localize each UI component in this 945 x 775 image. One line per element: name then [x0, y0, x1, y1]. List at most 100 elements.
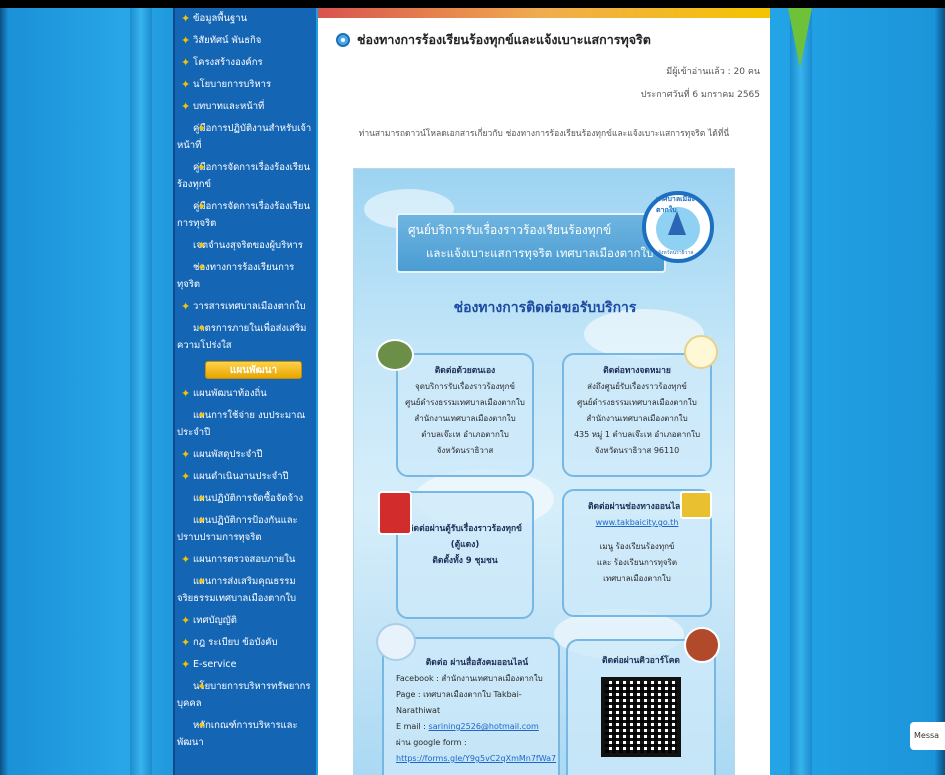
sidebar-item[interactable]: ✦ กฎ ระเบียบ ข้อบังคับ: [175, 632, 316, 654]
top-black-bar: [0, 0, 945, 8]
sidebar-item[interactable]: ✦ E-service: [175, 654, 316, 676]
sidebar-item[interactable]: ✦ วารสารเทศบาลเมืองตากใบ: [175, 296, 316, 318]
box-online-line: และ ร้องเรียนการทุจริต: [596, 558, 678, 567]
poster-banner: ศูนย์บริการรับเรื่องราวร้องเรียนร้องทุกข…: [396, 213, 666, 273]
sidebar-item[interactable]: ✦ วิสัยทัศน์ พันธกิจ: [175, 30, 316, 52]
sidebar-item[interactable]: ✦ ข้อมูลพื้นฐาน: [175, 8, 316, 30]
bullet-icon: ✦: [197, 200, 207, 213]
download-description[interactable]: ท่านสามารถดาวน์โหลดเอกสารเกี่ยวกับ ช่องท…: [318, 126, 770, 140]
sidebar-item-label: แผนพัฒนาท้องถิ่น: [193, 388, 267, 399]
bullet-icon: ✦: [181, 614, 191, 627]
sidebar-item[interactable]: ✦ คู่มือการจัดการเรื่องร้องเรียนร้องทุกข์: [175, 157, 316, 196]
box-self-heading: ติดต่อด้วยตนเอง: [434, 366, 496, 376]
bullet-icon: ✦: [197, 239, 207, 252]
sidebar-item[interactable]: ✦ มาตรการภายในเพื่อส่งเสริมความโปร่งใส: [175, 318, 316, 357]
bullet-icon: ✦: [181, 300, 191, 313]
sidebar-item-label: ข้อมูลพื้นฐาน: [193, 13, 248, 24]
sidebar-item-label: แผนพัสดุประจำปี: [193, 449, 263, 460]
tools-icon: [684, 627, 720, 663]
box-online-line: เมนู ร้องเรียนร้องทุกข์: [599, 542, 675, 551]
main-content: ช่องทางการร้องเรียนร้องทุกข์และแจ้งเบาะแ…: [318, 8, 770, 775]
sidebar-item[interactable]: ✦ นโยบายการบริหาร: [175, 74, 316, 96]
sidebar-item-label: โครงสร้างองค์กร: [193, 57, 263, 68]
box-complaint-heading: ติดต่อผ่านตู้รับเรื่องราวร้องทุกข์: [408, 524, 522, 534]
bullet-icon: ✦: [181, 56, 191, 69]
section-header-plan: แผนพัฒนา: [205, 361, 302, 379]
sidebar-item[interactable]: ✦ แผนพัฒนาท้องถิ่น: [175, 383, 316, 405]
banner-line-1: ศูนย์บริการรับเรื่องราวร้องเรียนร้องทุกข…: [408, 223, 612, 237]
bullet-icon: ✦: [181, 636, 191, 649]
sidebar-item[interactable]: ✦ แผนปฏิบัติการป้องกันและปราบปรามการทุจริ…: [175, 510, 316, 549]
top-accent-bar: [318, 8, 770, 18]
right-edge: [935, 8, 945, 775]
box-mail-line: สำนักงานเทศบาลเมืองตากใบ: [586, 414, 688, 423]
bullet-icon: ✦: [197, 514, 207, 527]
box-mail-line: ส่งถึงศูนย์รับเรื่องราวร้องทุกข์: [587, 382, 687, 391]
leaf-decoration: [788, 8, 812, 68]
box-self-line: จุดบริการรับเรื่องราวร้องทุกข์: [415, 382, 515, 391]
sidebar-item-label: กฎ ระเบียบ ข้อบังคับ: [193, 637, 278, 648]
title-icon: [336, 33, 350, 47]
bullet-icon: ✦: [197, 161, 207, 174]
background-column-left: [130, 8, 152, 775]
sidebar-item-label: เจตจำนงสุจริตของผู้บริหาร: [193, 240, 303, 251]
bullet-icon: ✦: [197, 575, 207, 588]
sidebar-item[interactable]: ✦ แผนปฏิบัติการจัดซื้อจัดจ้าง: [175, 488, 316, 510]
sidebar-item[interactable]: ✦ แผนการใช้จ่าย งบประมาณประจำปี: [175, 405, 316, 444]
bullet-icon: ✦: [181, 448, 191, 461]
box-self-line: สำนักงานเทศบาลเมืองตากใบ: [414, 414, 516, 423]
email-link[interactable]: sarining2526@hotmail.com: [429, 722, 539, 731]
sidebar-item[interactable]: ✦ นโยบายการบริหารทรัพยากรบุคคล: [175, 676, 316, 715]
box-complaint-sub: (ตู้แดง): [450, 540, 480, 550]
sidebar-item[interactable]: ✦ คู่มือการจัดการเรื่องร้องเรียนการทุจริต: [175, 196, 316, 235]
sidebar-item[interactable]: ✦ คู่มือการปฏิบัติงานสำหรับเจ้าหน้าที่: [175, 118, 316, 157]
bullet-icon: ✦: [197, 322, 207, 335]
box-mail-line: ศูนย์ดำรงธรรมเทศบาลเมืองตากใบ: [577, 398, 697, 407]
facebook-text: Facebook : สำนักงานเทศบาลเมืองตากใบ: [396, 674, 543, 683]
house-icon: [376, 339, 414, 371]
box-social-heading: ติดต่อ ผ่านสื่อสังคมออนไลน์: [425, 658, 529, 668]
bullet-icon: ✦: [197, 261, 207, 274]
publish-date: ประกาศวันที่ 6 มกราคม 2565: [640, 90, 760, 100]
sidebar-item-label: แผนการตรวจสอบภายใน: [193, 554, 296, 565]
box-mail: ติดต่อทางจดหมาย ส่งถึงศูนย์รับเรื่องราวร…: [562, 353, 712, 477]
page-title: ช่องทางการร้องเรียนร้องทุกข์และแจ้งเบาะแ…: [357, 32, 651, 47]
sidebar-item-label: แผนปฏิบัติการจัดซื้อจัดจ้าง: [193, 493, 304, 504]
readers-count: มีผู้เข้าอ่านแล้ว : 20 คน: [666, 67, 760, 77]
sidebar-item[interactable]: ✦ เจตจำนงสุจริตของผู้บริหาร: [175, 235, 316, 257]
bullet-icon: ✦: [181, 12, 191, 25]
sidebar-item[interactable]: ✦ ช่องทางการร้องเรียนการทุจริต: [175, 257, 316, 296]
sidebar-item[interactable]: ✦ โครงสร้างองค์กร: [175, 52, 316, 74]
sidebar-item[interactable]: ✦ หลักเกณฑ์การบริหารและพัฒนา: [175, 715, 316, 754]
postbox-icon: [378, 491, 412, 535]
mail-icon: [684, 335, 718, 369]
contact-title: ช่องทางการติดต่อขอรับบริการ: [453, 300, 637, 316]
box-online-line: เทศบาลเมืองตากใบ: [603, 574, 671, 583]
messenger-button[interactable]: Messa: [910, 722, 945, 750]
sidebar: ✦ ข้อมูลพื้นฐาน ✦ วิสัยทัศน์ พันธกิจ ✦ โครงสร…: [173, 8, 316, 775]
sidebar-item[interactable]: ✦ เทศบัญญัติ: [175, 610, 316, 632]
sidebar-item[interactable]: ✦ บทบาทและหน้าที่: [175, 96, 316, 118]
sidebar-item[interactable]: ✦ แผนการส่งเสริมคุณธรรมจริยธรรมเทศบาลเมือ…: [175, 571, 316, 610]
bullet-icon: ✦: [181, 34, 191, 47]
box-mail-heading: ติดต่อทางจดหมาย: [603, 366, 671, 376]
google-form-link[interactable]: https://forms.gle/Y9g5vC2qXmMn7fWa7: [396, 751, 558, 767]
box-self-line: ศูนย์ดำรงธรรมเทศบาลเมืองตากใบ: [405, 398, 525, 407]
email-label: E mail :: [396, 722, 429, 731]
sidebar-item[interactable]: ✦ แผนดำเนินงานประจำปี: [175, 466, 316, 488]
qr-code-icon[interactable]: [601, 677, 681, 757]
left-edge: [0, 8, 8, 775]
sidebar-item[interactable]: ✦ แผนพัสดุประจำปี: [175, 444, 316, 466]
bullet-icon: ✦: [197, 492, 207, 505]
bullet-icon: ✦: [181, 470, 191, 483]
sidebar-item-label: E-service: [193, 659, 237, 670]
bullet-icon: ✦: [197, 680, 207, 693]
bullet-icon: ✦: [181, 658, 191, 671]
sidebar-item-label: บทบาทและหน้าที่: [193, 101, 265, 112]
box-mail-line: จังหวัดนราธิวาส 96110: [594, 446, 680, 455]
sidebar-item[interactable]: ✦ แผนการตรวจสอบภายใน: [175, 549, 316, 571]
bullet-icon: ✦: [181, 387, 191, 400]
bullet-icon: ✦: [197, 719, 207, 732]
sidebar-item-label: นโยบายการบริหาร: [193, 79, 272, 90]
bullet-icon: ✦: [181, 553, 191, 566]
